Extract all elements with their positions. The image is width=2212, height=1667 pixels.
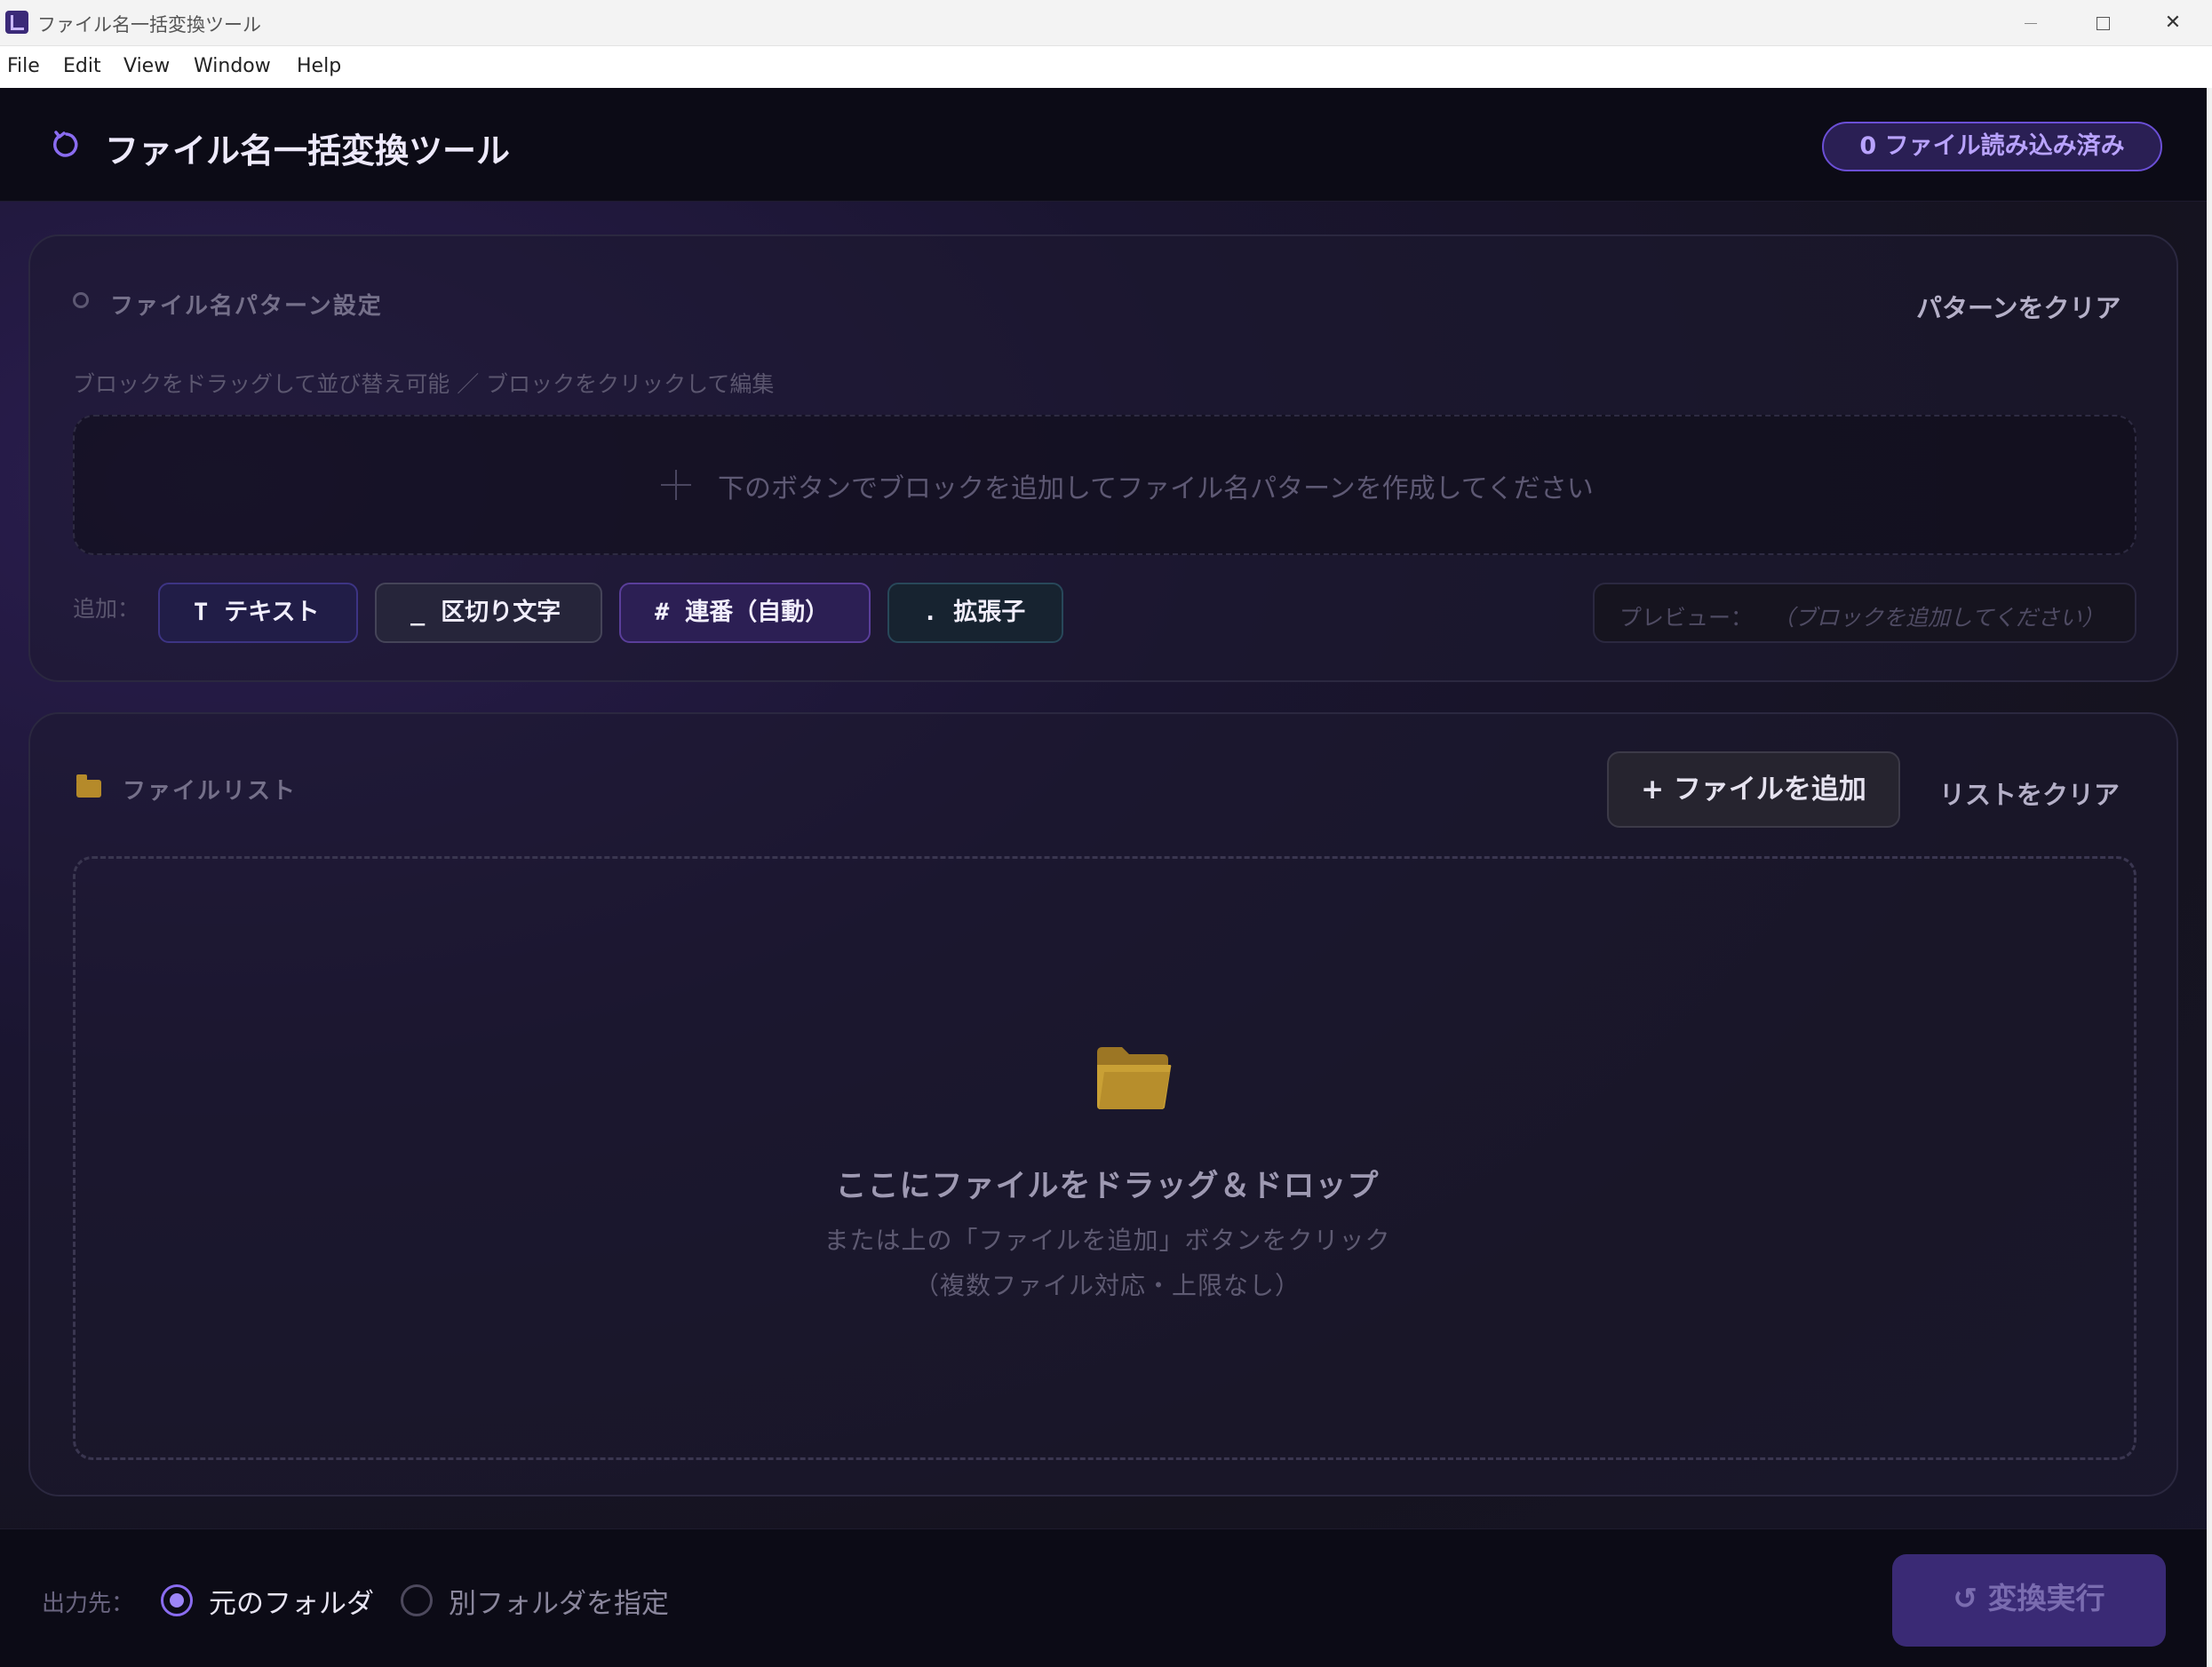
radio-original-folder[interactable] bbox=[161, 1584, 193, 1616]
add-extension-block-button[interactable]: . 拡張子 bbox=[887, 583, 1063, 643]
clear-pattern-button[interactable]: パターンをクリア bbox=[1916, 288, 2121, 325]
pattern-section-title: ファイル名パターン設定 bbox=[110, 293, 383, 320]
menu-help[interactable]: Help bbox=[297, 55, 341, 77]
radio-other-folder[interactable] bbox=[401, 1584, 433, 1616]
add-files-button[interactable]: + ファイルを追加 bbox=[1607, 751, 1900, 828]
menu-bar: File Edit View Window Help bbox=[0, 46, 2212, 88]
pattern-empty-message: 下のボタンでブロックを追加してファイル名パターンを作成してください bbox=[718, 473, 1594, 504]
text-icon: T bbox=[194, 599, 209, 626]
radio-original-folder-label[interactable]: 元のフォルダ bbox=[209, 1581, 374, 1621]
plus-icon bbox=[661, 470, 691, 500]
app-title: ファイル名一括変換ツール bbox=[105, 131, 511, 171]
window-titlebar: ファイル名一括変換ツール ✕ bbox=[0, 0, 2212, 46]
minimize-icon bbox=[2025, 23, 2037, 24]
chip-label: 拡張子 bbox=[953, 599, 1026, 626]
drop-zone-subtitle: または上の「ファイルを追加」ボタンをクリック bbox=[824, 1226, 1391, 1255]
chip-label: 連番（自動） bbox=[685, 599, 830, 626]
underscore-icon: _ bbox=[410, 599, 426, 626]
drop-zone-title: ここにファイルをドラッグ＆ドロップ bbox=[835, 1169, 1380, 1204]
app-icon bbox=[5, 11, 28, 34]
app-header: ファイル名一括変換ツール 0 ファイル読み込み済み bbox=[0, 88, 2207, 202]
maximize-button[interactable] bbox=[2075, 5, 2128, 41]
preview-label: プレビュー： bbox=[1619, 605, 1754, 631]
file-list-title: ファイルリスト bbox=[123, 778, 298, 805]
maximize-icon bbox=[2097, 17, 2110, 30]
file-drop-zone[interactable]: ここにファイルをドラッグ＆ドロップ または上の「ファイルを追加」ボタンをクリック… bbox=[73, 856, 2136, 1460]
add-separator-block-button[interactable]: _ 区切り文字 bbox=[375, 583, 602, 643]
window-title: ファイル名一括変換ツール bbox=[37, 14, 261, 36]
pattern-hint: ブロックをドラッグして並び替え可能 ／ ブロックをクリックして編集 bbox=[73, 371, 775, 397]
convert-button[interactable]: ↺ 変換実行 bbox=[1892, 1554, 2166, 1647]
preview-value: （ブロックを追加してください） bbox=[1772, 605, 2105, 631]
pattern-block-area[interactable]: 下のボタンでブロックを追加してファイル名パターンを作成してください bbox=[73, 415, 2136, 555]
folder-icon bbox=[76, 774, 101, 798]
menu-window[interactable]: Window bbox=[194, 55, 271, 77]
menu-file[interactable]: File bbox=[7, 55, 40, 77]
pattern-settings-card: ファイル名パターン設定 パターンをクリア ブロックをドラッグして並び替え可能 ／… bbox=[28, 234, 2178, 682]
chip-label: テキスト bbox=[224, 599, 320, 626]
chip-label: 区切り文字 bbox=[441, 599, 561, 626]
minimize-button[interactable] bbox=[2003, 5, 2057, 41]
add-sequence-block-button[interactable]: # 連番（自動） bbox=[619, 583, 871, 643]
filename-preview: プレビュー： （ブロックを追加してください） bbox=[1593, 583, 2136, 643]
gear-icon bbox=[73, 292, 89, 308]
menu-view[interactable]: View bbox=[123, 55, 170, 77]
reload-icon[interactable] bbox=[49, 127, 84, 163]
menu-edit[interactable]: Edit bbox=[63, 55, 101, 77]
hash-icon: # bbox=[655, 599, 670, 626]
footer-bar: 出力先： 元のフォルダ 別フォルダを指定 ↺ 変換実行 bbox=[0, 1528, 2207, 1667]
file-list-card: ファイルリスト + ファイルを追加 リストをクリア ここにファイルをドラッグ＆ド… bbox=[28, 712, 2178, 1496]
add-text-block-button[interactable]: T テキスト bbox=[158, 583, 358, 643]
drop-zone-note: （複数ファイル対応・上限なし） bbox=[913, 1271, 1301, 1300]
open-folder-icon bbox=[1097, 1047, 1172, 1109]
app-content: ファイル名一括変換ツール 0 ファイル読み込み済み ファイル名パターン設定 パタ… bbox=[0, 88, 2212, 1667]
output-destination-label: 出力先： bbox=[42, 1591, 135, 1617]
close-button[interactable]: ✕ bbox=[2146, 5, 2200, 41]
add-block-label: 追加： bbox=[73, 596, 140, 622]
window-edge bbox=[2207, 88, 2212, 1667]
file-count-badge: 0 ファイル読み込み済み bbox=[1822, 122, 2162, 171]
dot-icon: . bbox=[923, 599, 938, 626]
radio-other-folder-label[interactable]: 別フォルダを指定 bbox=[449, 1581, 669, 1621]
clear-list-button[interactable]: リストをクリア bbox=[1939, 774, 2120, 812]
